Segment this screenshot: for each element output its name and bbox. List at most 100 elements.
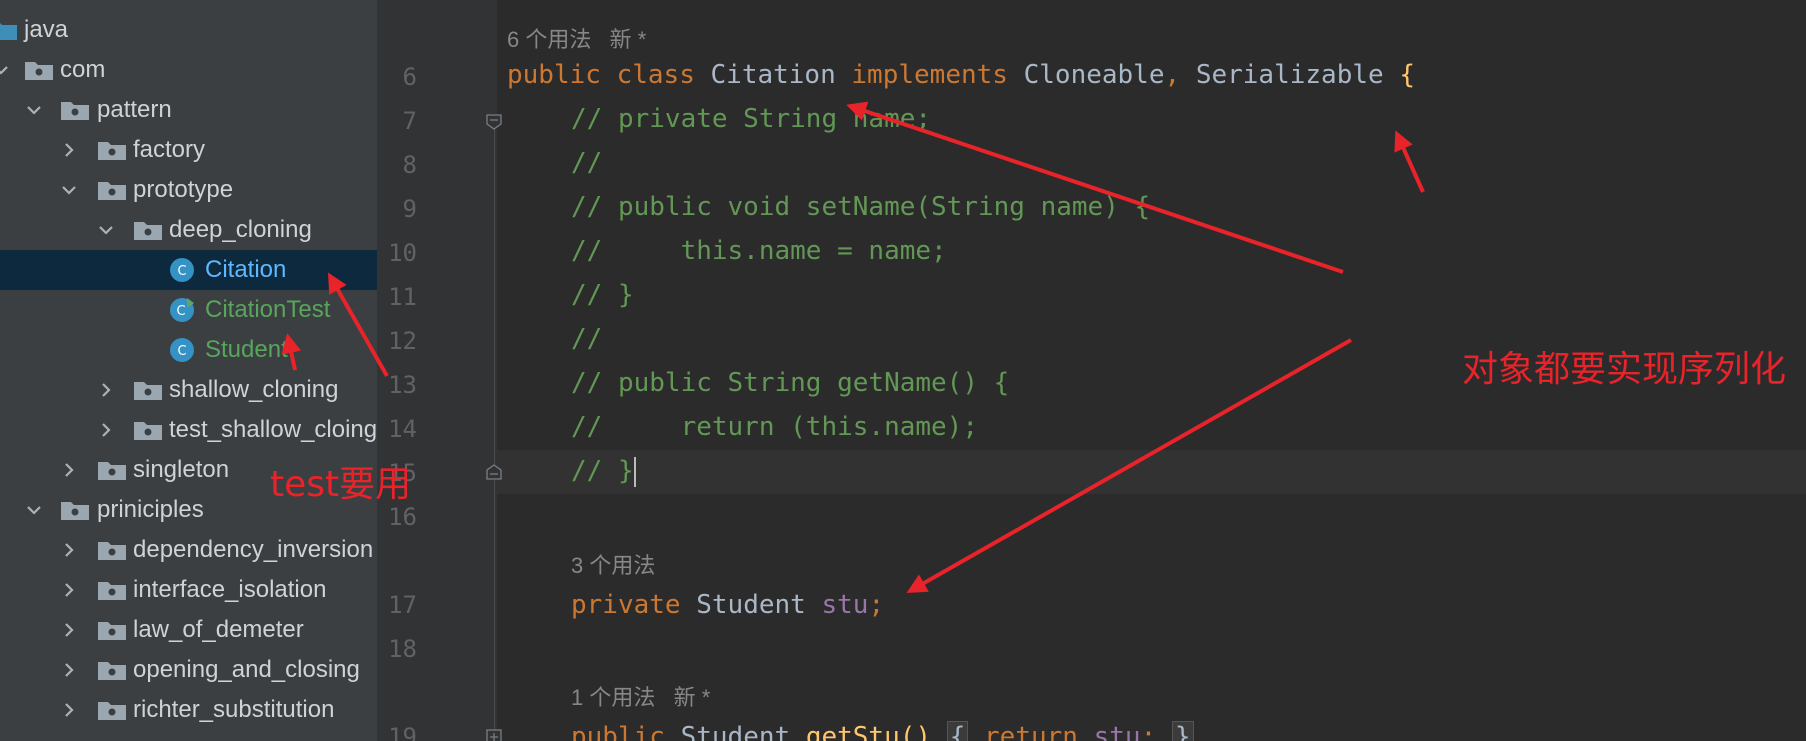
code-line-9: // public void setName(String name) { [571,192,1151,222]
line-number: 11 [388,283,417,311]
tree-item-factory[interactable]: factory [0,130,377,170]
tree-item-label: dependency_inversion [133,536,374,563]
usage-hint[interactable]: 6 个用法 新 * [507,22,646,54]
chevron-right-icon[interactable] [60,141,78,159]
tree-item-label: Student [205,336,288,363]
code-line-13: // public String getName() { [571,368,1010,398]
tree-item-law-of-demeter[interactable]: law_of_demeter [0,610,377,650]
line-number: 17 [388,591,417,619]
type-name: Student [680,722,791,741]
tree-item-opening-and-closing[interactable]: opening_and_closing [0,650,377,690]
package-folder-icon [61,502,89,520]
tree-item-label: factory [133,136,206,163]
runnable-class-icon: C [170,298,194,322]
tree-item-label: CitationTest [205,296,331,323]
chevron-down-icon[interactable] [25,101,43,119]
tree-item-label: prototype [133,176,234,203]
line-number: 7 [402,107,417,135]
tree-item-deep-cloning[interactable]: deep_cloning [0,210,377,250]
chevron-right-icon[interactable] [60,581,78,599]
line-number: 14 [388,415,417,443]
package-folder-icon [98,702,126,720]
tree-item-student[interactable]: C Student [0,330,377,370]
annotation-test-note: test要用 [270,464,412,505]
package-folder-icon [134,382,162,400]
chevron-right-icon[interactable] [60,541,78,559]
svg-text:C: C [177,344,186,359]
code-line-10: // this.name = name; [571,236,947,266]
line-number: 8 [402,151,417,179]
tree-item-richter-substitution[interactable]: richter_substitution [0,690,377,730]
chevron-right-icon[interactable] [60,461,78,479]
field-name: stu [1093,722,1141,741]
tree-item-label: richter_substitution [133,696,335,723]
folded-block-close[interactable]: } [1171,721,1194,741]
line-number: 10 [388,239,417,267]
tree-item-com[interactable]: com [0,50,377,90]
text-caret [633,456,636,487]
line-number: 13 [388,371,417,399]
line-number: 12 [388,327,417,355]
tree-item-pattern[interactable]: pattern [0,90,377,130]
package-folder-icon [98,542,126,560]
chevron-down-icon[interactable] [60,181,78,199]
chevron-right-icon[interactable] [97,381,115,399]
tree-item-interface-isolation[interactable]: interface_isolation [0,570,377,610]
field-name: stu [821,590,869,620]
project-tree-panel: java com pattern factory prototype deep_… [0,0,377,741]
tree-item-test-shallow-cloing[interactable]: test_shallow_cloing [0,410,377,450]
code-line-8: // [571,148,603,178]
keyword: implements [851,60,1008,90]
chevron-right-icon[interactable] [97,421,115,439]
keyword: class [616,60,695,90]
package-folder-icon [25,62,53,80]
punctuation: ; [868,590,885,620]
package-folder-icon [61,102,89,120]
line-number: 9 [402,195,417,223]
tree-item-prototype[interactable]: prototype [0,170,377,210]
code-line-19: public Student getStu() { return stu; } [571,721,1194,741]
package-folder-icon [98,582,126,600]
tree-item-citation[interactable]: C Citation [0,250,377,290]
tree-item-citation-test[interactable]: C CitationTest [0,290,377,330]
chevron-right-icon[interactable] [60,661,78,679]
code-line-12: // [571,324,603,354]
chevron-down-icon[interactable] [25,501,43,519]
tree-item-label: priniciples [97,496,204,523]
folded-block-open[interactable]: { [946,721,969,741]
type-name: Student [696,590,806,620]
keyword: public [507,60,601,90]
usage-hint[interactable]: 3 个用法 [571,548,655,580]
line-number: 16 [388,503,417,531]
tree-item-label: law_of_demeter [133,616,304,643]
chevron-right-icon[interactable] [60,701,78,719]
tree-item-dependency-inversion[interactable]: dependency_inversion [0,530,377,570]
package-folder-icon [98,662,126,680]
fold-marker-icon[interactable] [486,464,502,480]
comment: // } [571,456,634,486]
java-class-icon: C [170,258,194,282]
tree-item-label: Citation [205,256,287,283]
class-name: Citation [710,60,836,90]
chevron-down-icon[interactable] [97,221,115,239]
keyword: private [571,590,681,620]
tree-item-java[interactable]: java [0,10,377,50]
fold-marker-icon[interactable] [486,114,502,130]
line-number: 19 [388,723,417,741]
code-line-14: // return (this.name); [571,412,978,442]
keyword: public [571,722,665,741]
punctuation: , [1164,60,1181,90]
tree-item-label: shallow_cloning [169,376,339,403]
keyword: return [984,722,1078,741]
tree-item-label: test_shallow_cloing [169,416,377,443]
code-line-15: // } [571,456,636,487]
tree-item-label: interface_isolation [133,576,327,603]
tree-item-label: opening_and_closing [133,656,360,683]
svg-text:C: C [177,264,186,279]
chevron-down-icon[interactable] [0,61,10,79]
chevron-right-icon[interactable] [60,621,78,639]
usage-hint[interactable]: 1 个用法 新 * [571,680,710,712]
fold-marker-icon[interactable] [486,729,502,741]
package-folder-icon [134,422,162,440]
tree-item-shallow-cloning[interactable]: shallow_cloning [0,370,377,410]
